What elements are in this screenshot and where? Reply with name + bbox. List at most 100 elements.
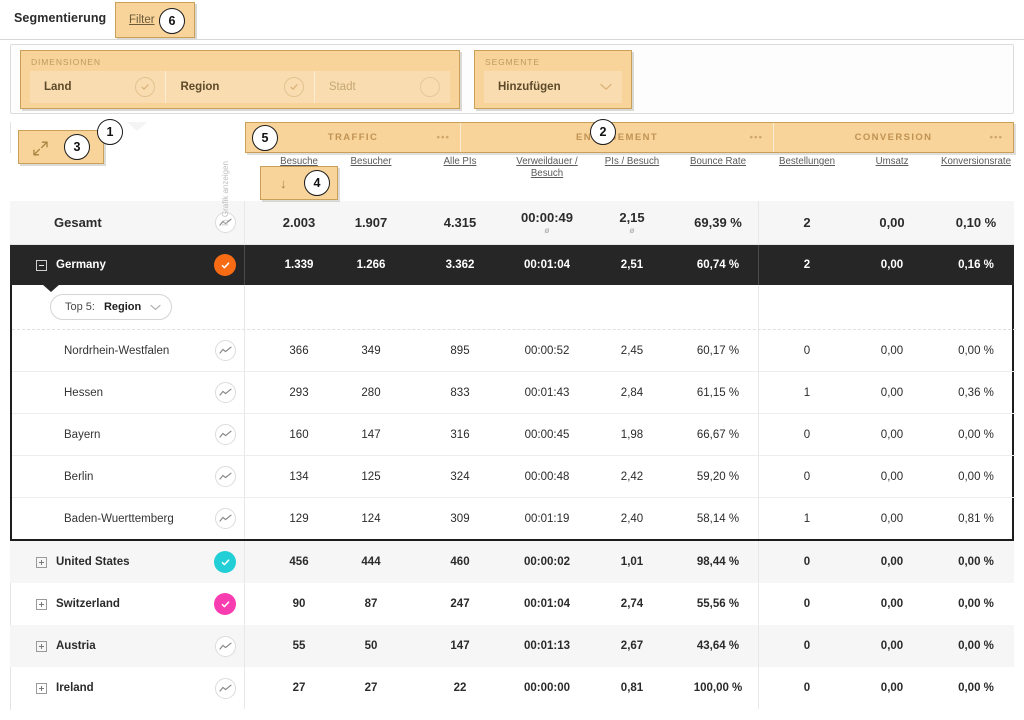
table-row-germany[interactable]: Germany 1.339 1.266 3.362 00:01:04 2,51 …	[10, 245, 1014, 285]
expand-icon-country[interactable]	[36, 556, 47, 568]
cell-region-0-pis_besuch: 2,45	[592, 330, 672, 371]
cell-value: 0,00 %	[958, 470, 994, 483]
chevron-down-icon-segment[interactable]	[600, 78, 612, 96]
cell-region-3-bestellungen: 0	[767, 456, 847, 497]
column-group-conversion[interactable]: CONVERSION •••	[774, 123, 1013, 152]
cell-region-4-besucher: 124	[333, 498, 409, 539]
column-group-conversion-label: CONVERSION	[854, 132, 933, 143]
cell-country-0-umsatz: 0,00	[855, 541, 929, 583]
cell-total-verweildauer: 00:00:49 ø	[505, 201, 589, 244]
col-separator	[244, 667, 245, 709]
expand-icon-country[interactable]	[36, 640, 47, 652]
cell-country-1-alle_pis: 247	[422, 583, 498, 625]
cell-country-1-besucher: 87	[333, 583, 409, 625]
row-label-country: United States	[10, 541, 206, 583]
dimension-pill-land[interactable]: Land	[30, 71, 71, 103]
dimension-pill-stadt[interactable]: Stadt	[315, 71, 356, 103]
row-chart-toggle-region[interactable]	[206, 414, 244, 455]
callout-1: 1	[97, 119, 123, 145]
row-chart-toggle-country[interactable]	[206, 667, 244, 709]
cell-total-umsatz: 0,00	[855, 201, 929, 244]
column-group-engagement[interactable]: ENGAGEMENT •••	[461, 123, 774, 152]
more-options-icon-conversion[interactable]: •••	[989, 132, 1003, 143]
row-chart-toggle-country[interactable]	[206, 625, 244, 667]
row-chart-toggle-germany[interactable]	[206, 245, 244, 285]
column-header-besucher[interactable]: Besucher	[333, 156, 409, 168]
column-header-pis-besuch[interactable]: PIs / Besuch	[592, 156, 672, 168]
cell-value: 1	[803, 512, 811, 525]
cell-value: 2,51	[620, 259, 644, 271]
cell-value: 293	[289, 386, 309, 399]
cell-region-2-bounce_rate: 66,67 %	[678, 414, 758, 455]
chevron-down-icon-top5	[150, 298, 161, 316]
column-header-bounce-rate[interactable]: Bounce Rate	[678, 156, 758, 168]
dimension-pill-region[interactable]: Region	[166, 71, 219, 103]
row-chart-toggle-region[interactable]	[206, 498, 244, 539]
cell-value: 98,44 %	[696, 556, 740, 568]
column-header-verweildauer[interactable]: Verweildauer / Besuch	[505, 156, 589, 180]
table-row-region[interactable]: Bayern 160 147 316 00:00:45 1,98 66,67 %…	[12, 413, 1016, 455]
cell-value: 0,00	[880, 598, 904, 610]
table-row-total[interactable]: Gesamt 2.003 1.907 4.315 00:00:49 ø 2,15 ø…	[10, 201, 1014, 245]
cell-region-0-verweildauer: 00:00:52	[505, 330, 589, 371]
table-row-country[interactable]: Austria 55 50 147 00:01:13 2,67 43,64 % …	[10, 625, 1014, 667]
cell-country-2-pis_besuch: 2,67	[592, 625, 672, 667]
cell-value: 2,84	[620, 386, 644, 399]
column-header-alle-pis[interactable]: Alle PIs	[422, 156, 498, 168]
check-icon-land[interactable]	[135, 77, 156, 97]
cell-region-0-bounce_rate: 60,17 %	[678, 330, 758, 371]
column-header-umsatz[interactable]: Umsatz	[855, 156, 929, 168]
table-row-region[interactable]: Baden-Wuerttemberg 129 124 309 00:01:19 …	[12, 497, 1016, 539]
region-rows-container: Nordrhein-Westfalen 366 349 895 00:00:52…	[12, 329, 1016, 539]
cell-country-2-verweildauer: 00:01:13	[505, 625, 589, 667]
table-row-country[interactable]: Ireland 27 27 22 00:00:00 0,81 100,00 % …	[10, 667, 1014, 709]
table-row-region[interactable]: Nordrhein-Westfalen 366 349 895 00:00:52…	[12, 329, 1016, 371]
collapse-icon-germany[interactable]	[36, 259, 47, 271]
cell-region-4-alle_pis: 309	[422, 498, 498, 539]
column-group-traffic[interactable]: TRAFFIC •••	[246, 123, 461, 152]
row-chart-toggle-region[interactable]	[206, 372, 244, 413]
row-label-total: Gesamt	[54, 215, 102, 230]
sparkline-icon	[214, 424, 236, 445]
cell-value: 0,00 %	[958, 640, 994, 652]
table-row-region[interactable]: Berlin 134 125 324 00:00:48 2,42 59,20 %…	[12, 455, 1016, 497]
segment-add-pill[interactable]: Hinzufügen	[484, 71, 561, 103]
cell-total-konversionsrate: 0,10 %	[937, 201, 1015, 244]
column-group-engagement-label: ENGAGEMENT	[575, 132, 659, 143]
col-separator	[758, 667, 759, 709]
table-row-country[interactable]: Switzerland 90 87 247 00:01:04 2,74 55,5…	[10, 583, 1014, 625]
callout-2: 2	[590, 119, 616, 145]
cell-value: 0,16 %	[958, 259, 994, 271]
expand-table-button[interactable]	[18, 130, 104, 164]
row-chart-toggle-region[interactable]	[206, 330, 244, 371]
column-header-konversionsrate[interactable]: Konversionsrate	[937, 156, 1015, 168]
more-options-icon-traffic[interactable]: •••	[436, 132, 450, 143]
cell-value: 00:01:04	[523, 598, 571, 610]
cell-value: 55	[292, 640, 306, 652]
column-header-bestellungen[interactable]: Bestellungen	[767, 156, 847, 168]
empty-circle-icon-stadt[interactable]	[420, 77, 441, 97]
expand-icon-country[interactable]	[36, 682, 47, 694]
tab-segmentierung[interactable]: Segmentierung	[14, 11, 106, 25]
cell-value: 366	[289, 344, 309, 357]
col-separator	[244, 625, 245, 667]
sparkline-icon	[214, 340, 236, 361]
cell-value: 0,00 %	[958, 682, 994, 694]
cell-value: 134	[289, 470, 309, 483]
table-row-region[interactable]: Hessen 293 280 833 00:01:43 2,84 61,15 %…	[12, 371, 1016, 413]
table-row-country[interactable]: United States 456 444 460 00:00:02 1,01 …	[10, 541, 1014, 583]
more-options-icon-engagement[interactable]: •••	[749, 132, 763, 143]
top5-region-selector[interactable]: Top 5: Region	[50, 294, 173, 320]
row-chart-toggle-country[interactable]	[206, 541, 244, 583]
row-chart-toggle-region[interactable]	[206, 456, 244, 497]
cell-value: 160	[289, 428, 309, 441]
cell-value: 3.362	[445, 259, 475, 271]
cell-total-bestellungen: 2	[767, 201, 847, 244]
cell-country-1-pis_besuch: 2,74	[592, 583, 672, 625]
top-tab-bar: Segmentierung Filter 6	[0, 0, 1024, 40]
expand-icon-country[interactable]	[36, 598, 47, 610]
check-icon-region[interactable]	[283, 77, 304, 97]
row-label-text: United States	[56, 556, 130, 568]
sparkline-icon	[214, 466, 236, 487]
row-chart-toggle-country[interactable]	[206, 583, 244, 625]
